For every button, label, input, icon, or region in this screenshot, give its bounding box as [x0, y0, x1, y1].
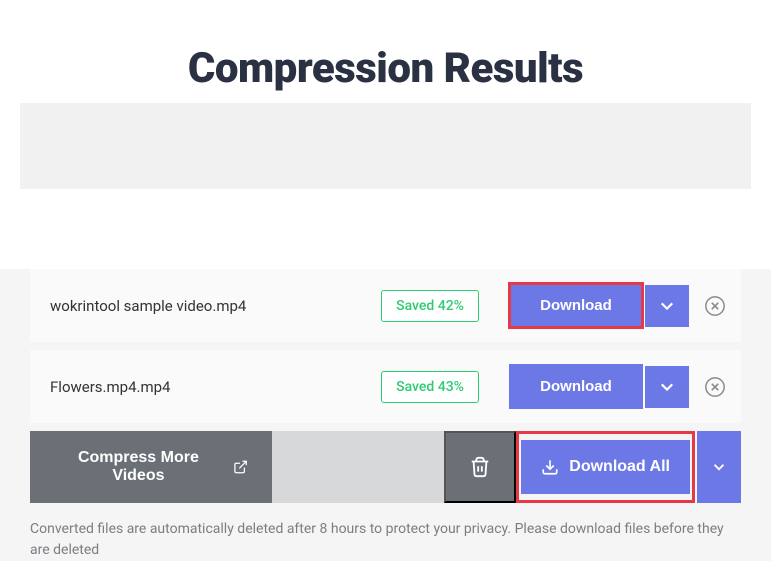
download-button[interactable]: Download: [509, 283, 643, 328]
spacer: [272, 431, 444, 503]
chevron-down-icon: [660, 380, 674, 394]
close-circle-icon: [704, 295, 726, 317]
download-dropdown[interactable]: [645, 366, 689, 408]
file-row: wokrintool sample video.mp4 Saved 42% Do…: [30, 269, 741, 342]
compress-more-label: Compress More Videos: [54, 449, 223, 485]
download-icon: [541, 458, 559, 476]
saved-badge: Saved 42%: [381, 290, 479, 322]
chevron-down-icon: [660, 299, 674, 313]
file-name: wokrintool sample video.mp4: [50, 297, 381, 315]
delete-all-button[interactable]: [444, 431, 516, 503]
results-list: wokrintool sample video.mp4 Saved 42% Do…: [0, 269, 771, 503]
download-dropdown[interactable]: [645, 285, 689, 327]
trash-icon: [469, 455, 491, 479]
download-button[interactable]: Download: [509, 364, 643, 409]
chevron-down-icon: [713, 460, 725, 474]
close-circle-icon: [704, 376, 726, 398]
download-all-highlight: Download All: [516, 431, 695, 503]
header-spacer: [0, 103, 771, 269]
saved-badge: Saved 43%: [381, 371, 479, 403]
compress-more-button[interactable]: Compress More Videos: [30, 431, 272, 503]
bottom-action-bar: Compress More Videos: [30, 431, 741, 503]
download-all-dropdown[interactable]: [697, 431, 741, 503]
download-all-button[interactable]: Download All: [521, 440, 690, 494]
download-all-label: Download All: [569, 458, 670, 476]
file-row: Flowers.mp4.mp4 Saved 43% Download: [30, 350, 741, 423]
ad-placeholder: [20, 103, 751, 189]
file-name: Flowers.mp4.mp4: [50, 378, 381, 396]
external-link-icon: [233, 459, 248, 475]
deletion-notice: Converted files are automatically delete…: [0, 503, 771, 561]
remove-button[interactable]: [701, 373, 729, 401]
remove-button[interactable]: [701, 292, 729, 320]
